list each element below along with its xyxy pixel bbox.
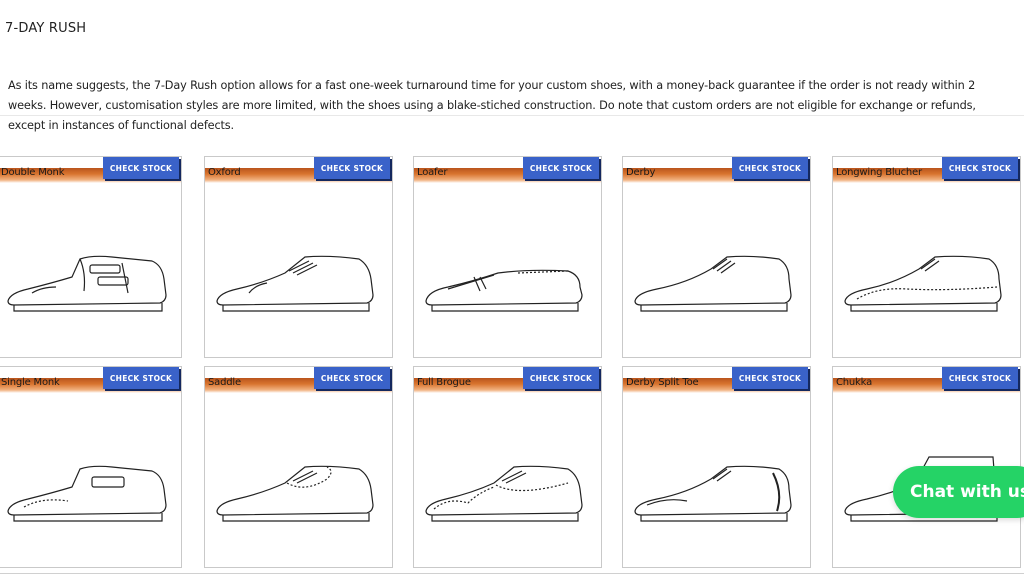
style-name: Derby Split Toe <box>626 377 699 388</box>
style-name: Full Brogue <box>417 377 471 388</box>
section-title: 7-DAY RUSH <box>5 21 87 36</box>
style-name: Loafer <box>417 167 448 178</box>
saddle-shoe-icon <box>209 453 381 533</box>
derby-split-toe-shoe-icon <box>627 453 799 533</box>
check-stock-button[interactable]: CHECK STOCK <box>314 367 390 389</box>
style-card[interactable]: Derby CHECK STOCK <box>622 156 811 358</box>
chat-label: Chat with us <box>910 482 1024 502</box>
check-stock-button[interactable]: CHECK STOCK <box>523 157 599 179</box>
divider <box>0 115 1024 116</box>
check-stock-button[interactable]: CHECK STOCK <box>942 157 1018 179</box>
style-name: Oxford <box>208 167 241 178</box>
style-name: Chukka <box>836 377 872 388</box>
check-stock-button[interactable]: CHECK STOCK <box>732 367 808 389</box>
double-monk-shoe-icon <box>2 243 174 323</box>
check-stock-button[interactable]: CHECK STOCK <box>942 367 1018 389</box>
check-stock-button[interactable]: CHECK STOCK <box>314 157 390 179</box>
full-brogue-shoe-icon <box>418 453 590 533</box>
style-card[interactable]: Single Monk CHECK STOCK <box>0 366 182 568</box>
style-name: Double Monk <box>1 167 65 178</box>
style-name: Saddle <box>208 377 241 388</box>
check-stock-button[interactable]: CHECK STOCK <box>103 157 179 179</box>
longwing-blucher-shoe-icon <box>837 243 1009 323</box>
style-card[interactable]: Oxford CHECK STOCK <box>204 156 393 358</box>
style-card[interactable]: Double Monk CHECK STOCK <box>0 156 182 358</box>
style-name: Single Monk <box>1 377 60 388</box>
oxford-shoe-icon <box>209 243 381 323</box>
style-card[interactable]: Longwing Blucher CHECK STOCK <box>832 156 1021 358</box>
section-description: As its name suggests, the 7-Day Rush opt… <box>8 79 976 132</box>
chat-with-us-button[interactable]: Chat with us <box>893 466 1024 518</box>
style-card[interactable]: Saddle CHECK STOCK <box>204 366 393 568</box>
bottom-border <box>0 573 1024 574</box>
check-stock-button[interactable]: CHECK STOCK <box>103 367 179 389</box>
check-stock-button[interactable]: CHECK STOCK <box>523 367 599 389</box>
style-name: Longwing Blucher <box>836 167 922 178</box>
loafer-shoe-icon <box>418 243 590 323</box>
style-card[interactable]: Full Brogue CHECK STOCK <box>413 366 602 568</box>
style-card[interactable]: Loafer CHECK STOCK <box>413 156 602 358</box>
derby-shoe-icon <box>627 243 799 323</box>
check-stock-button[interactable]: CHECK STOCK <box>732 157 808 179</box>
style-card[interactable]: Derby Split Toe CHECK STOCK <box>622 366 811 568</box>
style-name: Derby <box>626 167 656 178</box>
single-monk-shoe-icon <box>2 453 174 533</box>
